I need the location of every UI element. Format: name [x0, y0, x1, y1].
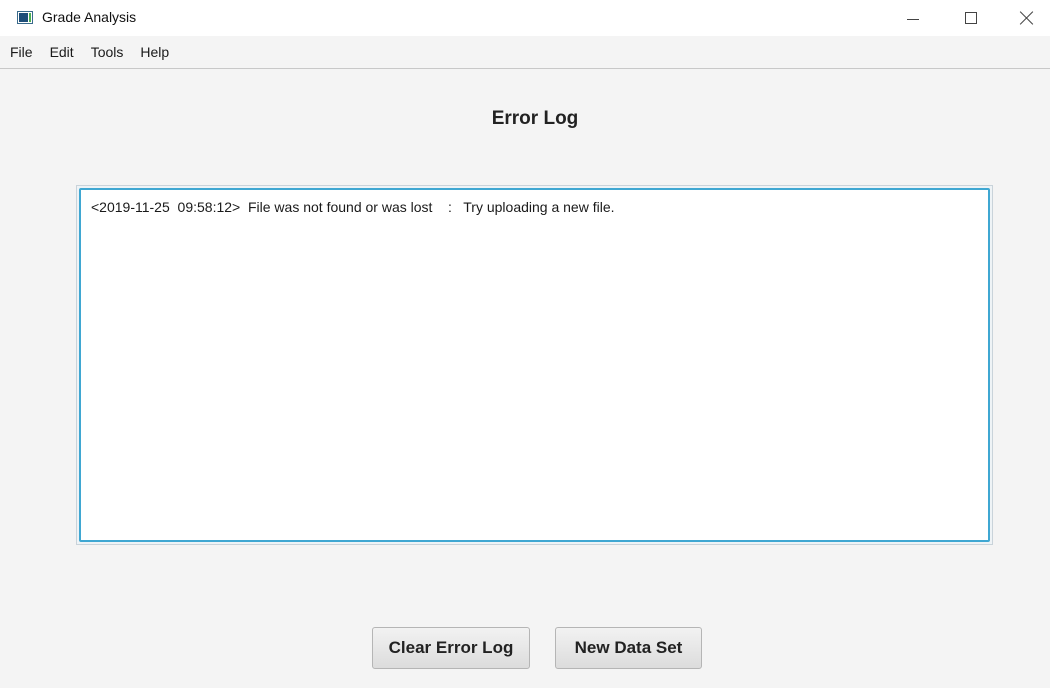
- window-title: Grade Analysis: [42, 9, 137, 25]
- error-log-textarea[interactable]: <2019-11-25 09:58:12> File was not found…: [79, 188, 990, 542]
- menu-file[interactable]: File: [4, 40, 39, 64]
- minimize-icon: [907, 18, 919, 20]
- new-data-set-button[interactable]: New Data Set: [555, 627, 702, 669]
- error-log-container: <2019-11-25 09:58:12> File was not found…: [76, 185, 993, 545]
- maximize-button[interactable]: [948, 0, 994, 36]
- title-bar: Grade Analysis: [0, 0, 1050, 36]
- menu-help[interactable]: Help: [134, 40, 175, 64]
- maximize-icon: [965, 12, 977, 24]
- close-icon: [1020, 11, 1034, 25]
- menu-edit[interactable]: Edit: [44, 40, 80, 64]
- clear-error-log-button[interactable]: Clear Error Log: [372, 627, 530, 669]
- minimize-button[interactable]: [890, 0, 936, 36]
- app-window: Grade Analysis File Edit Tools Help Erro…: [0, 0, 1050, 688]
- menu-bar: File Edit Tools Help: [0, 36, 1050, 69]
- page-title: Error Log: [491, 108, 579, 129]
- close-button[interactable]: [1004, 0, 1050, 36]
- menu-tools[interactable]: Tools: [85, 40, 130, 64]
- app-window-icon: [17, 11, 33, 24]
